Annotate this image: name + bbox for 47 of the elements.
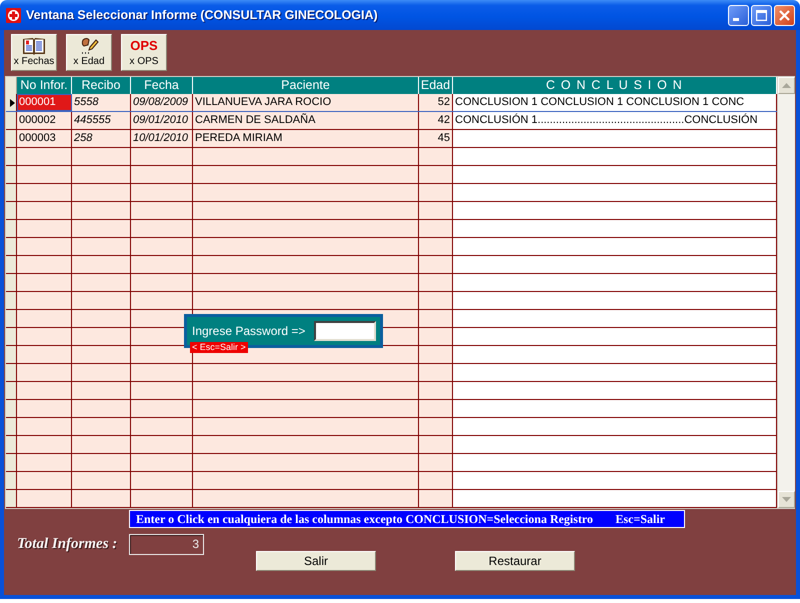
table-cell: 258 [72,130,131,147]
table-cell: VILLANUEVA JARA ROCIO [193,94,419,111]
table-cell: 5558 [72,94,131,111]
hint-text: Enter o Click en cualquiera de las columnas excepto CONCLUSION=Selecciona Registro [136,511,594,528]
action-button[interactable]: Salir [256,551,376,571]
table-cell: PEREDA MIRIAM [193,130,419,147]
app-icon [6,8,21,22]
column-header[interactable]: Edad [419,77,453,94]
table-cell[interactable]: 000003 [17,130,72,147]
minimize-icon [733,18,739,20]
table-cell: 52 [419,94,453,111]
column-header[interactable]: No Infor. [17,77,72,94]
table-cell: 09/08/2009 [131,94,193,111]
total-label: Total Informes : [17,535,118,554]
toolbar-button[interactable]: x Edad [66,34,112,71]
column-header[interactable]: Fecha [131,77,193,94]
maximize-icon [756,10,767,20]
table-cell: 09/01/2010 [131,112,193,129]
column-header[interactable]: Paciente [193,77,419,94]
minimize-button[interactable] [728,4,749,26]
table-cell: 445555 [72,112,131,129]
caret-down-icon [782,497,791,502]
close-button[interactable] [774,4,795,26]
shortcut-text: Esc=Salir [615,511,665,528]
table-cell: 42 [419,112,453,129]
total-field: 3 [129,534,204,555]
window-title: Ventana Seleccionar Informe (CONSULTAR GINECOLOGIA) [26,6,378,24]
table-cell[interactable]: 000001 [17,94,72,111]
pen-icon [79,37,99,55]
book-icon [23,37,45,55]
password-label: Ingrese Password => [192,323,306,340]
toolbar-button[interactable]: x Fechas [11,34,57,71]
header-corner [6,77,17,94]
password-field[interactable] [314,321,376,341]
column-header[interactable]: Recibo [72,77,131,94]
row-pointer-icon [10,98,15,106]
table-cell: 10/01/2010 [131,130,193,147]
action-button[interactable]: Restaurar [455,551,575,571]
table-cell: 45 [419,130,453,147]
column-header[interactable]: C O N C L U S I O N [453,77,777,94]
table-cell[interactable]: 000002 [17,112,72,129]
toolbar-button[interactable]: OPS x OPS [121,34,167,71]
maximize-button[interactable] [751,4,772,26]
shortcut-hint: < Esc=Salir > [190,342,248,353]
table-cell: CARMEN DE SALDAÑA [193,112,419,129]
caret-up-icon [782,83,791,88]
close-icon [779,10,790,20]
